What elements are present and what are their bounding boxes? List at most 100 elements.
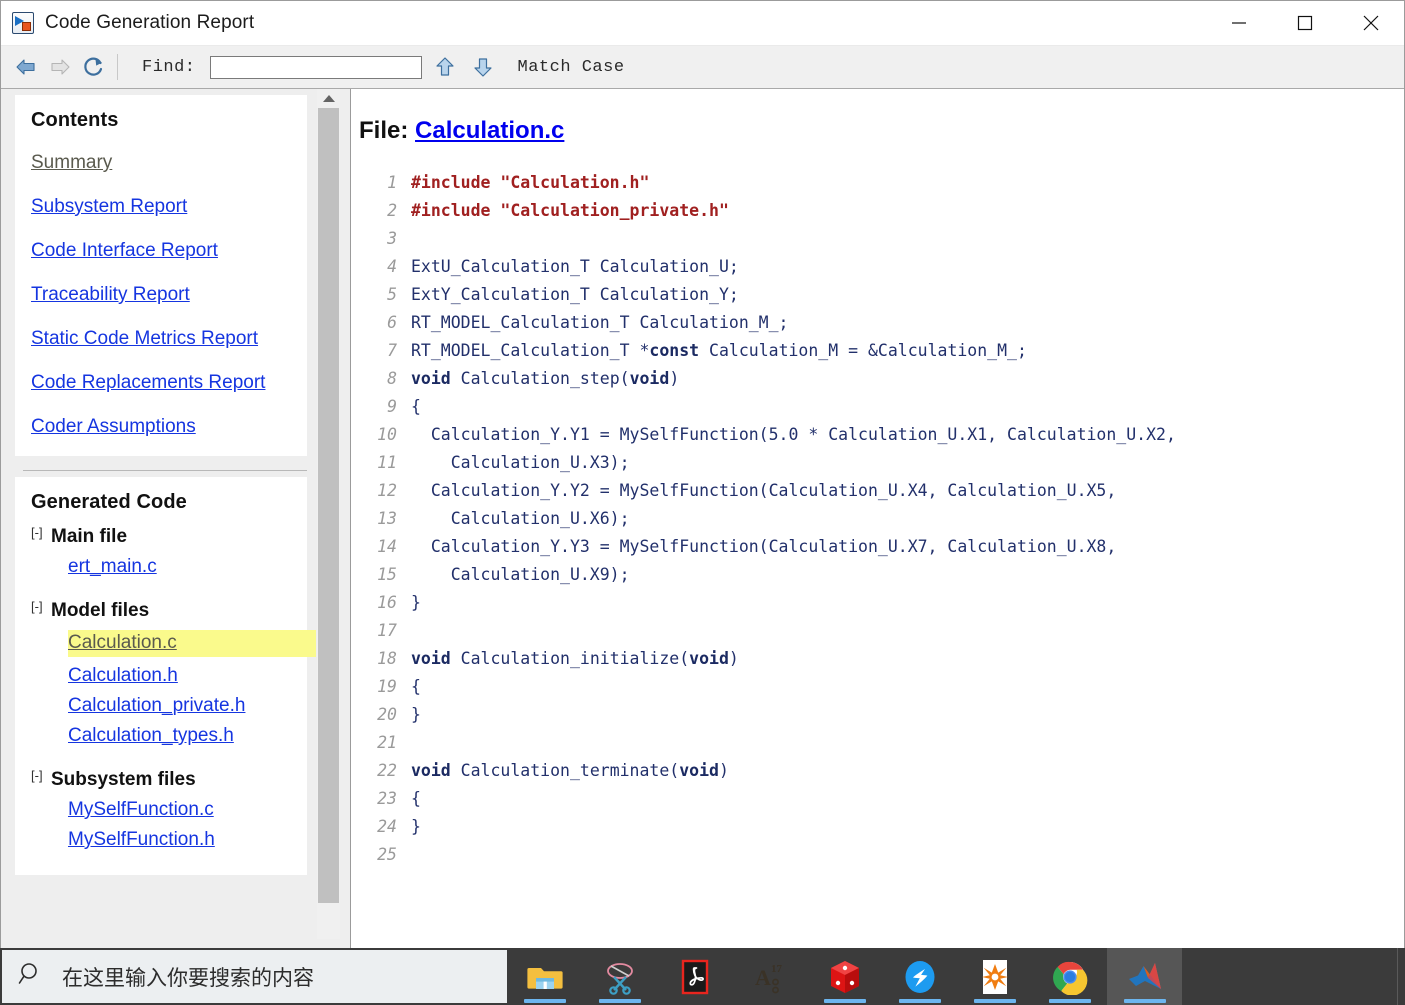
contents-link-static-code-metrics-report[interactable]: Static Code Metrics Report: [31, 328, 291, 350]
svg-text:A: A: [755, 965, 771, 990]
line-number: 5: [387, 285, 397, 304]
line-number: 20: [377, 705, 397, 724]
line-number: 15: [377, 565, 397, 584]
tree-group-gap: [31, 755, 291, 769]
line-number: 11: [377, 453, 397, 472]
contents-link-subsystem-report[interactable]: Subsystem Report: [31, 196, 291, 218]
code-line: 19 {: [359, 673, 1404, 701]
tree-file-calculation-private-h[interactable]: Calculation_private.h: [68, 695, 245, 717]
tree-file-ert-main-c[interactable]: ert_main.c: [68, 556, 157, 578]
taskbar-item-snipping-tool[interactable]: [582, 948, 657, 1005]
code-line-text: }: [411, 817, 421, 836]
line-number: 4: [387, 257, 397, 276]
contents-link-summary[interactable]: Summary: [31, 152, 291, 174]
taskbar-item-google-chrome[interactable]: [1032, 948, 1107, 1005]
taskbar-item-adobe-acrobat[interactable]: [657, 948, 732, 1005]
tree-group-label: Model files: [51, 600, 150, 621]
screen: Code Generation Report Find: Match Case …: [0, 0, 1405, 1005]
code-view: File: Calculation.c 1 #include "Calculati…: [351, 89, 1404, 951]
code-line-text: Calculation_Y.Y3 = MySelfFunction(Calcul…: [411, 537, 1117, 556]
file-name-link[interactable]: Calculation.c: [415, 117, 564, 144]
line-number: 8: [387, 369, 397, 388]
code-line: 15 Calculation_U.X9);: [359, 561, 1404, 589]
refresh-button[interactable]: [77, 50, 111, 84]
taskbar-item-file-explorer[interactable]: [507, 948, 582, 1005]
google-chrome-icon: [1052, 959, 1088, 996]
code-line-text: {: [411, 397, 421, 416]
code-line-text: {: [411, 677, 421, 696]
line-number: 2: [387, 201, 397, 220]
generated-code-heading: Generated Code: [31, 491, 187, 513]
taskbar-icon-strip: A 17: [507, 948, 1405, 1005]
contents-link-code-interface-report[interactable]: Code Interface Report: [31, 240, 291, 262]
collapse-toggle-icon[interactable]: [-]: [31, 768, 51, 783]
code-line: 7 RT_MODEL_Calculation_T *const Calculati…: [359, 337, 1404, 365]
collapse-toggle-icon[interactable]: [-]: [31, 599, 51, 614]
code-line: 9{: [359, 393, 1404, 421]
solidworks-icon: [827, 959, 863, 995]
line-number: 16: [377, 593, 397, 612]
dingtalk-icon: [902, 959, 938, 995]
taskbar-show-desktop[interactable]: [1397, 948, 1403, 1005]
code-line: 18 void Calculation_initialize(void): [359, 645, 1404, 673]
tree-file-calculation-types-h[interactable]: Calculation_types.h: [68, 725, 234, 747]
running-indicator: [973, 999, 1016, 1003]
collapse-toggle-icon[interactable]: [-]: [31, 525, 51, 540]
taskbar-item-solidworks[interactable]: [807, 948, 882, 1005]
contents-link-coder-assumptions[interactable]: Coder Assumptions: [31, 416, 291, 438]
close-button[interactable]: [1338, 1, 1404, 45]
find-next-icon[interactable]: [468, 52, 498, 82]
svg-text:17: 17: [771, 963, 783, 975]
find-label: Find:: [142, 57, 196, 77]
sidebar-scrollbar[interactable]: [317, 89, 340, 939]
find-previous-icon[interactable]: [430, 52, 460, 82]
line-number: 24: [377, 817, 397, 836]
running-indicator: [823, 999, 866, 1003]
code-line-text: ExtU_Calculation_T Calculation_U;: [411, 257, 739, 276]
find-input[interactable]: [209, 55, 422, 79]
file-explorer-icon: [526, 959, 563, 995]
taskbar-search-box[interactable]: 在这里输入你要搜索的内容: [2, 950, 507, 1003]
code-line: 11 Calculation_U.X3);: [359, 449, 1404, 477]
code-line: 4 ExtU_Calculation_T Calculation_U;: [359, 253, 1404, 281]
taskbar-item-dingtalk[interactable]: [882, 948, 957, 1005]
tree-file-calculation-h[interactable]: Calculation.h: [68, 665, 178, 687]
code-line: 21: [359, 729, 1404, 757]
running-indicator: [898, 999, 941, 1003]
line-number: 12: [377, 481, 397, 500]
windows-taskbar: 在这里输入你要搜索的内容 A 17: [0, 948, 1405, 1005]
running-indicator: [523, 999, 566, 1003]
tree-group-model-files: [-] Model files: [31, 599, 291, 622]
tree-file-calculation-c[interactable]: Calculation.c: [68, 630, 316, 657]
contents-link-code-replacements-report[interactable]: Code Replacements Report: [31, 372, 291, 394]
code-line-text: }: [411, 705, 421, 724]
sidebar: Contents Summary Subsystem Report Code Int…: [1, 89, 351, 951]
line-number: 3: [387, 229, 397, 248]
back-button[interactable]: [9, 50, 43, 84]
code-line-text: Calculation_U.X3);: [411, 453, 630, 472]
maximize-button[interactable]: [1272, 1, 1338, 45]
minimize-button[interactable]: [1206, 1, 1272, 45]
file-label: File:: [359, 117, 409, 144]
code-line: 2 #include "Calculation_private.h": [359, 197, 1404, 225]
scroll-up-arrow-icon[interactable]: [317, 89, 340, 107]
generated-code-tree: [-] Main file ert_main.c [-] Model files Calc…: [31, 525, 316, 851]
tree-file-myselffunction-c[interactable]: MySelfFunction.c: [68, 799, 214, 821]
simulink-report-icon: [12, 12, 34, 34]
snipping-tool-icon: [602, 959, 638, 995]
sidebar-scrollbar-thumb[interactable]: [318, 108, 339, 903]
forward-button[interactable]: [43, 50, 77, 84]
code-line: 6 RT_MODEL_Calculation_T Calculation_M_;: [359, 309, 1404, 337]
match-case-label[interactable]: Match Case: [518, 58, 625, 77]
contents-link-traceability-report[interactable]: Traceability Report: [31, 284, 291, 306]
code-line-text: void Calculation_terminate(void): [411, 761, 729, 780]
code-line-text: RT_MODEL_Calculation_T *const Calculatio…: [411, 341, 1027, 360]
taskbar-item-matlab[interactable]: [1107, 948, 1182, 1005]
taskbar-item-autocad[interactable]: A 17: [732, 948, 807, 1005]
tree-file-myselffunction-h[interactable]: MySelfFunction.h: [68, 829, 215, 851]
window-title: Code Generation Report: [45, 12, 255, 33]
taskbar-item-mathematica[interactable]: [957, 948, 1032, 1005]
line-number: 10: [377, 425, 397, 444]
